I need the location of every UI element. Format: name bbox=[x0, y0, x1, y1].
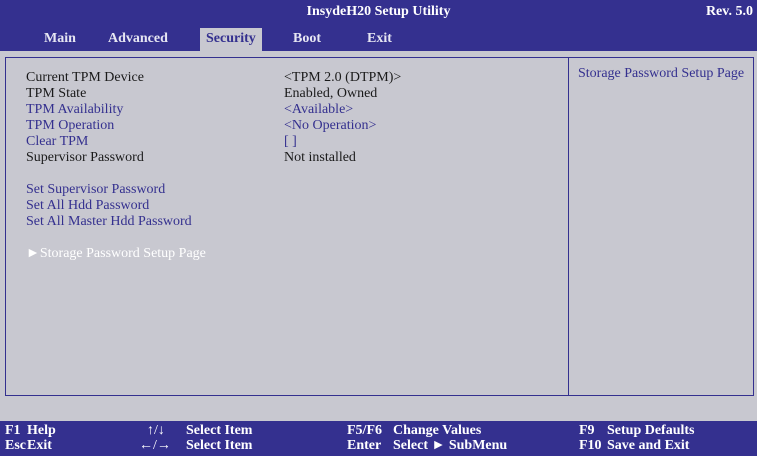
tab-advanced[interactable]: Advanced bbox=[108, 31, 168, 47]
up-down-arrows: ↑/↓ bbox=[147, 423, 165, 438]
storage-password-setup-page-item[interactable]: ►Storage Password Setup Page bbox=[26, 246, 206, 261]
revision-label: Rev. 5.0 bbox=[705, 4, 753, 19]
settings-panel: Current TPM Device <TPM 2.0 (DTPM)> TPM … bbox=[5, 57, 569, 396]
f5-f6-action: Change Values bbox=[393, 423, 482, 438]
menu-bar: Main Advanced Security Boot Exit bbox=[0, 24, 757, 51]
f5-f6-key: F5/F6 bbox=[347, 423, 382, 438]
title-bar: InsydeH20 Setup Utility Rev. 5.0 bbox=[0, 0, 757, 24]
f9-action: Setup Defaults bbox=[607, 423, 695, 438]
supervisor-password-label: Supervisor Password bbox=[26, 150, 144, 165]
tab-main[interactable]: Main bbox=[44, 31, 76, 47]
help-text: Storage Password Setup Page bbox=[578, 66, 745, 81]
left-right-action: Select Item bbox=[186, 438, 253, 453]
f10-action: Save and Exit bbox=[607, 438, 690, 453]
f10-key: F10 bbox=[579, 438, 602, 453]
clear-tpm-checkbox[interactable]: [ ] bbox=[284, 134, 297, 149]
supervisor-password-status: Not installed bbox=[284, 150, 356, 165]
left-right-arrows: ←/→ bbox=[139, 438, 171, 453]
tpm-availability-value[interactable]: <Available> bbox=[284, 102, 353, 117]
key-legend: F1 Help Esc Exit ↑/↓ Select Item ←/→ Sel… bbox=[0, 421, 757, 456]
app-title: InsydeH20 Setup Utility bbox=[306, 4, 451, 19]
tpm-state-value: Enabled, Owned bbox=[284, 86, 378, 101]
esc-key: Esc bbox=[5, 438, 26, 453]
tpm-operation-label[interactable]: TPM Operation bbox=[26, 118, 114, 133]
tab-security[interactable]: Security bbox=[200, 28, 262, 51]
clear-tpm-label[interactable]: Clear TPM bbox=[26, 134, 88, 149]
f9-key: F9 bbox=[579, 423, 595, 438]
enter-key: Enter bbox=[347, 438, 382, 453]
esc-action: Exit bbox=[27, 438, 52, 453]
set-all-master-hdd-password-item[interactable]: Set All Master Hdd Password bbox=[26, 214, 192, 229]
tab-exit[interactable]: Exit bbox=[367, 31, 392, 47]
set-supervisor-password-item[interactable]: Set Supervisor Password bbox=[26, 182, 165, 197]
tab-boot[interactable]: Boot bbox=[293, 31, 321, 47]
f1-key: F1 bbox=[5, 423, 21, 438]
tpm-operation-value[interactable]: <No Operation> bbox=[284, 118, 376, 133]
enter-action: Select ► SubMenu bbox=[393, 438, 508, 453]
tpm-availability-label[interactable]: TPM Availability bbox=[26, 102, 123, 117]
set-all-hdd-password-item[interactable]: Set All Hdd Password bbox=[26, 198, 149, 213]
current-tpm-device-value: <TPM 2.0 (DTPM)> bbox=[284, 70, 402, 85]
tpm-state-label: TPM State bbox=[26, 86, 87, 101]
help-panel: Storage Password Setup Page bbox=[568, 57, 754, 396]
current-tpm-device-label: Current TPM Device bbox=[26, 70, 144, 85]
f1-action: Help bbox=[27, 423, 56, 438]
up-down-action: Select Item bbox=[186, 423, 253, 438]
